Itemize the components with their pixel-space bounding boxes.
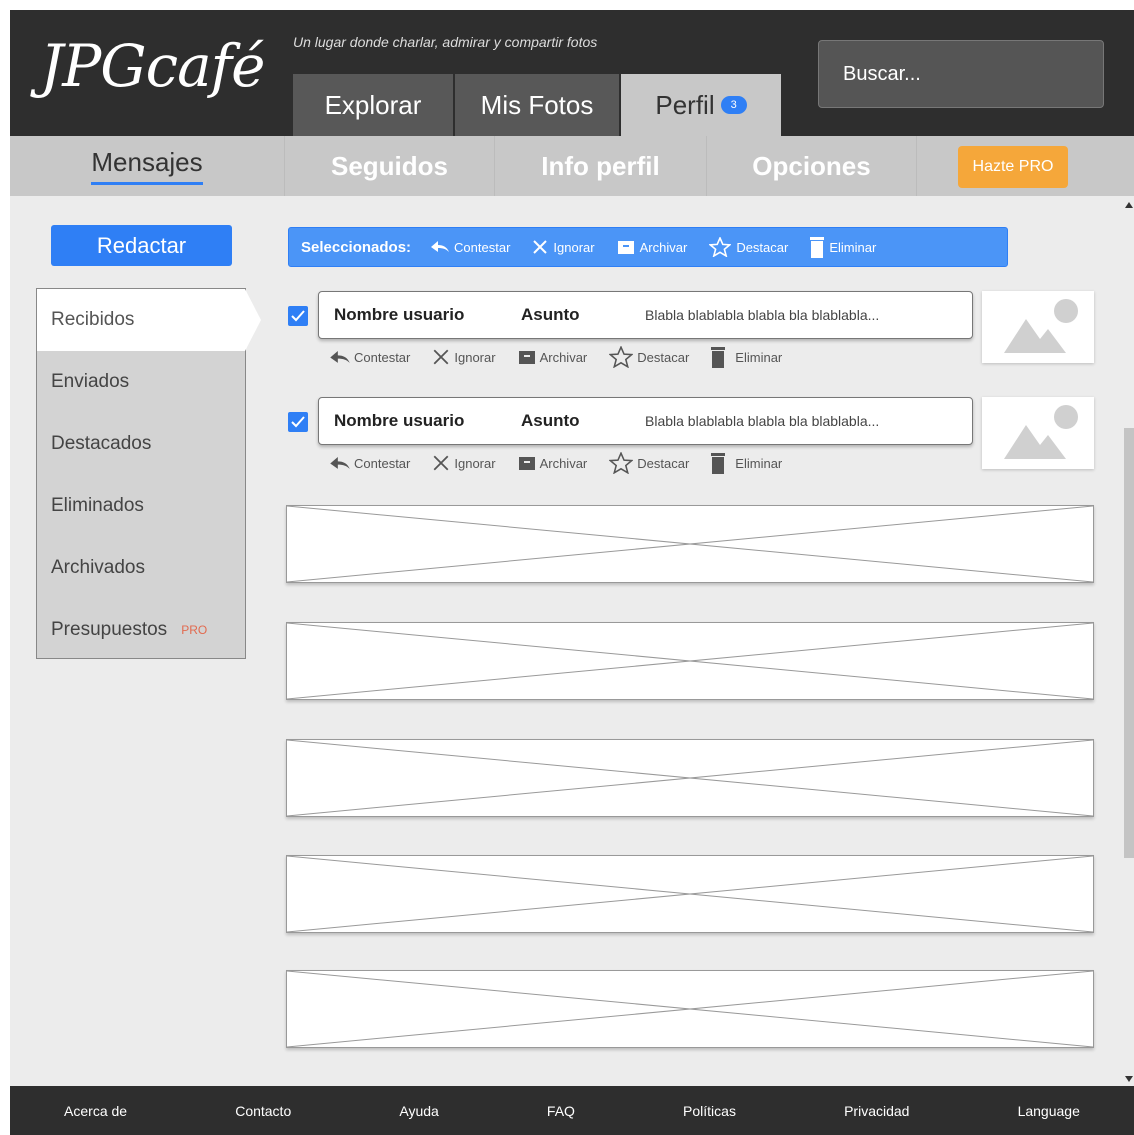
- bulk-reply-button[interactable]: Contestar: [431, 240, 510, 255]
- message-checkbox[interactable]: [288, 306, 308, 326]
- scroll-up-icon[interactable]: [1124, 200, 1134, 210]
- trash-icon: [711, 347, 726, 368]
- archive-icon: [518, 351, 535, 364]
- message-actions: Contestar Ignorar Archivar Destacar Elim…: [330, 345, 804, 369]
- scrollbar-thumb[interactable]: [1124, 428, 1134, 858]
- footer-link-privacidad[interactable]: Privacidad: [844, 1103, 909, 1119]
- message-actions: Contestar Ignorar Archivar Destacar Elim…: [330, 451, 804, 475]
- logo[interactable]: JPGcafé: [40, 32, 265, 100]
- delete-button[interactable]: Eliminar: [711, 452, 782, 474]
- footer-link-language[interactable]: Language: [1018, 1103, 1080, 1119]
- folder-enviados[interactable]: Enviados: [37, 351, 245, 413]
- message-placeholder: [286, 622, 1094, 700]
- archive-icon: [518, 457, 535, 470]
- active-arrow: [245, 289, 261, 351]
- message-placeholder: [286, 505, 1094, 583]
- message-placeholder: [286, 855, 1094, 933]
- folder-eliminados[interactable]: Eliminados: [37, 475, 245, 537]
- image-placeholder-icon: [1004, 299, 1078, 353]
- star-icon: [709, 237, 732, 257]
- message-row[interactable]: Nombre usuario Asunto Blabla blablabla b…: [318, 397, 973, 445]
- reply-icon: [330, 350, 350, 363]
- star-icon: [609, 346, 634, 368]
- profile-subnav: Mensajes Seguidos Info perfil Opciones H…: [10, 136, 1134, 196]
- ignore-button[interactable]: Ignorar: [432, 348, 496, 366]
- notification-badge: 3: [720, 96, 747, 114]
- archive-icon: [617, 241, 634, 254]
- footer-link-politicas[interactable]: Políticas: [683, 1103, 736, 1119]
- reply-button[interactable]: Contestar: [330, 350, 410, 365]
- ignore-button[interactable]: Ignorar: [432, 454, 496, 472]
- folder-presupuestos[interactable]: Presupuestos PRO: [37, 599, 245, 661]
- reply-button[interactable]: Contestar: [330, 456, 410, 471]
- message-thumbnail: [982, 291, 1094, 363]
- message-subject: Asunto: [521, 411, 580, 430]
- tab-explorar[interactable]: Explorar: [293, 74, 453, 136]
- hazte-pro-button[interactable]: Hazte PRO: [958, 146, 1068, 188]
- main-tabs: Explorar Mis Fotos Perfil 3: [293, 74, 783, 136]
- pro-tag: PRO: [181, 623, 208, 637]
- close-icon: [533, 240, 548, 254]
- trash-icon: [711, 453, 726, 474]
- message-subject: Asunto: [521, 305, 580, 324]
- message-thumbnail: [982, 397, 1094, 469]
- check-icon: [291, 416, 305, 428]
- footer-link-contacto[interactable]: Contacto: [235, 1103, 291, 1119]
- selection-toolbar: Seleccionados: Contestar Ignorar Archiva…: [288, 227, 1008, 267]
- placeholder-cross-icon: [286, 855, 1094, 933]
- placeholder-cross-icon: [286, 505, 1094, 583]
- message-sender: Nombre usuario: [334, 411, 465, 430]
- message-placeholder: [286, 739, 1094, 817]
- trash-icon: [810, 237, 825, 258]
- bulk-archive-button[interactable]: Archivar: [617, 239, 687, 255]
- compose-button[interactable]: Redactar: [51, 225, 232, 266]
- folder-archivados[interactable]: Archivados: [37, 537, 245, 599]
- message-row[interactable]: Nombre usuario Asunto Blabla blablabla b…: [318, 291, 973, 339]
- reply-icon: [431, 241, 450, 252]
- bulk-star-button[interactable]: Destacar: [709, 237, 788, 257]
- subtab-mensajes[interactable]: Mensajes: [10, 136, 285, 196]
- bulk-ignore-button[interactable]: Ignorar: [532, 239, 595, 255]
- message-preview: Blabla blablabla blabla bla blablabla...: [645, 413, 880, 429]
- close-icon: [433, 349, 449, 365]
- message-checkbox[interactable]: [288, 412, 308, 432]
- tagline: Un lugar donde charlar, admirar y compar…: [293, 34, 598, 50]
- star-button[interactable]: Destacar: [609, 452, 689, 474]
- search-input[interactable]: Buscar...: [818, 40, 1104, 108]
- scroll-down-icon[interactable]: [1124, 1074, 1134, 1084]
- footer: Acerca de Contacto Ayuda FAQ Políticas P…: [10, 1086, 1134, 1135]
- delete-button[interactable]: Eliminar: [711, 346, 782, 368]
- message-placeholder: [286, 970, 1094, 1048]
- tab-perfil[interactable]: Perfil 3: [621, 74, 781, 136]
- archive-button[interactable]: Archivar: [518, 349, 587, 365]
- folder-destacados[interactable]: Destacados: [37, 413, 245, 475]
- image-placeholder-icon: [1004, 405, 1078, 459]
- selection-label: Seleccionados:: [301, 238, 412, 256]
- tab-mis-fotos[interactable]: Mis Fotos: [455, 74, 619, 136]
- message-preview: Blabla blablabla blabla bla blablabla...: [645, 307, 880, 323]
- star-button[interactable]: Destacar: [609, 346, 689, 368]
- check-icon: [291, 310, 305, 322]
- archive-button[interactable]: Archivar: [518, 455, 587, 471]
- footer-link-acerca[interactable]: Acerca de: [64, 1103, 127, 1119]
- subtab-seguidos[interactable]: Seguidos: [285, 136, 495, 196]
- placeholder-cross-icon: [286, 739, 1094, 817]
- subtab-opciones[interactable]: Opciones: [707, 136, 917, 196]
- placeholder-cross-icon: [286, 970, 1094, 1048]
- footer-link-faq[interactable]: FAQ: [547, 1103, 575, 1119]
- placeholder-cross-icon: [286, 622, 1094, 700]
- folder-recibidos[interactable]: Recibidos: [37, 289, 261, 351]
- star-icon: [609, 452, 634, 474]
- mail-folders: Recibidos Enviados Destacados Eliminados…: [36, 288, 261, 661]
- app-frame: JPGcafé Un lugar donde charlar, admirar …: [10, 10, 1134, 1135]
- footer-link-ayuda[interactable]: Ayuda: [399, 1103, 438, 1119]
- close-icon: [433, 455, 449, 471]
- bulk-delete-button[interactable]: Eliminar: [810, 236, 876, 258]
- reply-icon: [330, 456, 350, 469]
- message-sender: Nombre usuario: [334, 305, 465, 324]
- subtab-info-perfil[interactable]: Info perfil: [495, 136, 707, 196]
- header: JPGcafé Un lugar donde charlar, admirar …: [10, 10, 1134, 136]
